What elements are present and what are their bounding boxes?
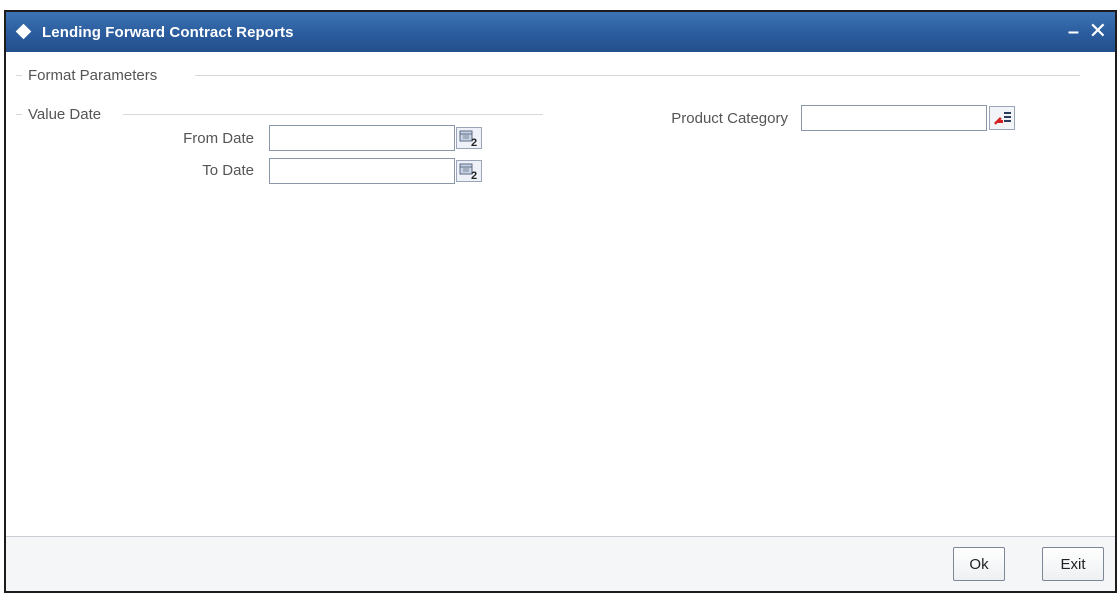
value-date-heading: Value Date [28, 106, 102, 123]
exit-button[interactable]: Exit [1042, 547, 1104, 581]
from-date-input[interactable] [269, 125, 455, 151]
close-button[interactable]: ✕ [1089, 20, 1107, 42]
from-date-calendar-button[interactable]: 2 [456, 127, 482, 149]
to-date-calendar-button[interactable]: 2 [456, 160, 482, 182]
calendar-icon: 2 [459, 130, 477, 149]
minimize-button[interactable]: – [1068, 21, 1079, 43]
to-date-label: To Date [202, 162, 254, 179]
ok-button[interactable]: Ok [953, 547, 1005, 581]
value-date-line-right [123, 114, 543, 115]
window-title: Lending Forward Contract Reports [42, 24, 294, 41]
fieldset-line-left [16, 75, 22, 76]
product-category-input[interactable] [801, 105, 987, 131]
from-date-label: From Date [183, 130, 254, 147]
title-bar[interactable]: Lending Forward Contract Reports – ✕ [6, 12, 1115, 52]
footer-bar: Ok Exit [6, 536, 1115, 591]
diamond-icon [15, 23, 32, 40]
fieldset-line-right [195, 75, 1080, 76]
report-window: Lending Forward Contract Reports – ✕ For… [4, 10, 1117, 593]
calendar-icon: 2 [459, 163, 477, 182]
svg-text:2: 2 [471, 170, 477, 181]
list-of-values-icon [994, 112, 1011, 125]
product-category-label: Product Category [671, 110, 788, 127]
value-date-line-left [16, 114, 22, 115]
svg-text:2: 2 [471, 137, 477, 148]
format-parameters-heading: Format Parameters [28, 67, 158, 84]
to-date-input[interactable] [269, 158, 455, 184]
product-category-lov-button[interactable] [989, 106, 1015, 130]
